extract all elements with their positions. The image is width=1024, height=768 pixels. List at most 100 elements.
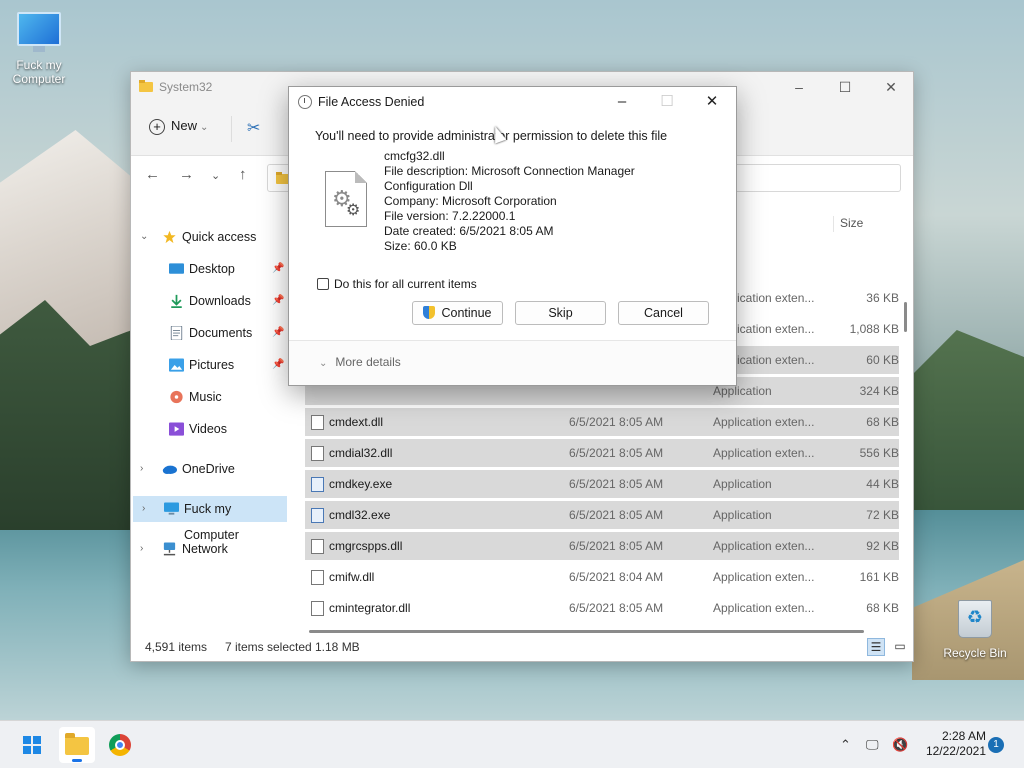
sidebar-item-label: Music bbox=[189, 390, 222, 404]
start-button[interactable] bbox=[14, 727, 50, 763]
file-size: 68 KB bbox=[866, 601, 899, 615]
desktop-icon-recycle-bin[interactable]: ♻ Recycle Bin bbox=[939, 600, 1011, 660]
sidebar-item-label: Quick access bbox=[182, 230, 257, 244]
chevron-down-icon: ⌄ bbox=[140, 231, 149, 242]
cancel-button[interactable]: Cancel bbox=[618, 301, 709, 325]
chevron-down-icon: ⌄ bbox=[319, 358, 328, 369]
minimize-button[interactable]: – bbox=[776, 72, 822, 102]
apply-all-label[interactable]: Do this for all current items bbox=[334, 277, 477, 291]
file-date: 6/5/2021 8:04 AM bbox=[569, 570, 664, 584]
file-size: 60 KB bbox=[866, 353, 899, 367]
dll-file-icon bbox=[311, 446, 324, 461]
file-type: Application exten... bbox=[713, 415, 815, 429]
sidebar-item-pictures[interactable]: Pictures 📌 bbox=[131, 352, 287, 378]
sidebar-item-this-pc[interactable]: › Fuck my Computer bbox=[133, 496, 287, 542]
sidebar-item-documents[interactable]: Documents 📌 bbox=[131, 320, 287, 346]
back-arrow-icon[interactable]: ← bbox=[145, 166, 160, 183]
column-header-size[interactable]: Size bbox=[833, 216, 863, 232]
chevron-up-icon[interactable]: ⌃ bbox=[840, 721, 851, 768]
desktop-icon-label: Recycle Bin bbox=[943, 646, 1007, 660]
file-row[interactable]: cmdext.dll 6/5/2021 8:05 AM Application ex… bbox=[305, 408, 899, 436]
sidebar-item-onedrive[interactable]: › OneDrive bbox=[131, 456, 287, 482]
clock-icon bbox=[298, 95, 312, 109]
sidebar-item-label: Downloads bbox=[189, 294, 251, 308]
file-name: cmintegrator.dll bbox=[329, 601, 411, 615]
file-type: Application exten... bbox=[713, 539, 815, 553]
notification-badge[interactable]: 1 bbox=[988, 737, 1004, 753]
desktop-icon-computer[interactable]: Fuck my Computer bbox=[3, 12, 75, 86]
star-icon bbox=[163, 230, 176, 244]
taskbar: ⌃ 🖵 🔇 2:28 AM 12/22/2021 1 bbox=[0, 720, 1024, 768]
file-date: 6/5/2021 8:05 AM bbox=[569, 601, 664, 615]
documents-icon bbox=[170, 326, 183, 340]
up-arrow-icon[interactable]: ↑ bbox=[239, 166, 247, 183]
volume-muted-icon[interactable]: 🔇 bbox=[892, 721, 908, 768]
file-size: 1,088 KB bbox=[849, 322, 899, 336]
recycle-bin-icon: ♻ bbox=[958, 600, 992, 638]
apply-all-checkbox[interactable] bbox=[317, 278, 329, 290]
file-type: Application exten... bbox=[713, 446, 815, 460]
file-date: 6/5/2021 8:05 AM bbox=[569, 508, 664, 522]
sidebar-item-desktop[interactable]: Desktop 📌 bbox=[131, 256, 287, 282]
sidebar-item-quick-access[interactable]: ⌄ Quick access bbox=[131, 224, 287, 250]
dialog-footer: ⌄ More details bbox=[289, 340, 736, 385]
skip-button[interactable]: Skip bbox=[515, 301, 606, 325]
sidebar-item-label: Network bbox=[182, 542, 228, 556]
file-date: 6/5/2021 8:05 AM bbox=[569, 415, 664, 429]
file-row[interactable]: cmgrcspps.dll 6/5/2021 8:05 AM Application… bbox=[305, 532, 899, 560]
file-date: 6/5/2021 8:05 AM bbox=[569, 446, 664, 460]
new-button-label: New bbox=[171, 118, 198, 133]
network-status-icon[interactable]: 🖵 bbox=[866, 721, 879, 768]
file-version: File version: 7.2.22000.1 bbox=[384, 209, 516, 223]
continue-label: Continue bbox=[441, 306, 492, 320]
file-row[interactable]: cmifw.dll 6/5/2021 8:04 AM Application ext… bbox=[305, 563, 899, 591]
status-bar: 4,591 items 7 items selected 1.18 MB ☰ ▭ bbox=[131, 633, 913, 661]
close-button[interactable]: ✕ bbox=[868, 72, 914, 102]
scissors-icon[interactable]: ✂ bbox=[247, 118, 260, 138]
sidebar-item-label: Pictures bbox=[189, 358, 235, 372]
details-view-icon[interactable]: ☰ bbox=[867, 638, 885, 656]
recent-locations-icon[interactable]: ⌄ bbox=[211, 169, 220, 182]
file-size: 44 KB bbox=[866, 477, 899, 491]
sidebar-item-label: Videos bbox=[189, 422, 227, 436]
sidebar-item-music[interactable]: Music bbox=[131, 384, 287, 410]
pin-icon: 📌 bbox=[272, 263, 285, 274]
minimize-button[interactable]: – bbox=[600, 87, 644, 117]
file-info: cmcfg32.dll File description: Microsoft … bbox=[384, 149, 635, 254]
file-size: 68 KB bbox=[866, 415, 899, 429]
music-icon bbox=[170, 390, 183, 404]
close-button[interactable]: ✕ bbox=[690, 87, 734, 117]
forward-arrow-icon[interactable]: → bbox=[179, 166, 194, 183]
sidebar-item-downloads[interactable]: Downloads 📌 bbox=[131, 288, 287, 314]
system-clock[interactable]: 2:28 AM 12/22/2021 bbox=[916, 729, 986, 759]
dialog-title-bar[interactable]: File Access Denied – ☐ ✕ bbox=[289, 87, 736, 119]
pin-icon: 📌 bbox=[272, 327, 285, 338]
dll-file-icon bbox=[311, 570, 324, 585]
toolbar-divider bbox=[231, 116, 232, 142]
more-details-toggle[interactable]: ⌄ More details bbox=[319, 355, 401, 369]
file-row[interactable]: cmdl32.exe 6/5/2021 8:05 AM Application 72 … bbox=[305, 501, 899, 529]
file-date-created: Date created: 6/5/2021 8:05 AM bbox=[384, 224, 554, 238]
file-date: 6/5/2021 8:05 AM bbox=[569, 539, 664, 553]
file-row[interactable]: cmdial32.dll 6/5/2021 8:05 AM Application … bbox=[305, 439, 899, 467]
item-count: 4,591 items bbox=[145, 640, 208, 654]
selected-count: 7 items selected bbox=[225, 640, 312, 654]
maximize-button[interactable]: ☐ bbox=[822, 72, 868, 102]
dll-file-icon bbox=[311, 415, 324, 430]
new-button[interactable]: + New ⌄ bbox=[149, 118, 208, 135]
sidebar-item-label: Documents bbox=[189, 326, 253, 340]
file-name: cmdext.dll bbox=[329, 415, 384, 429]
clock-time: 2:28 AM bbox=[941, 729, 986, 743]
wallpaper-forest-right bbox=[912, 330, 1024, 510]
sidebar-item-videos[interactable]: Videos bbox=[131, 416, 287, 442]
file-type: Application bbox=[713, 508, 772, 522]
taskbar-chrome[interactable] bbox=[102, 727, 138, 763]
tiles-view-icon[interactable]: ▭ bbox=[891, 638, 909, 656]
file-row[interactable]: cmdkey.exe 6/5/2021 8:05 AM Application 44 … bbox=[305, 470, 899, 498]
file-row[interactable]: cmintegrator.dll 6/5/2021 8:05 AM Applicat… bbox=[305, 594, 899, 622]
vertical-scrollbar[interactable] bbox=[904, 302, 907, 332]
more-details-label: More details bbox=[335, 355, 401, 369]
sidebar-item-network[interactable]: › Network bbox=[131, 536, 287, 562]
taskbar-file-explorer[interactable] bbox=[59, 727, 95, 763]
continue-button[interactable]: Continue bbox=[412, 301, 503, 325]
